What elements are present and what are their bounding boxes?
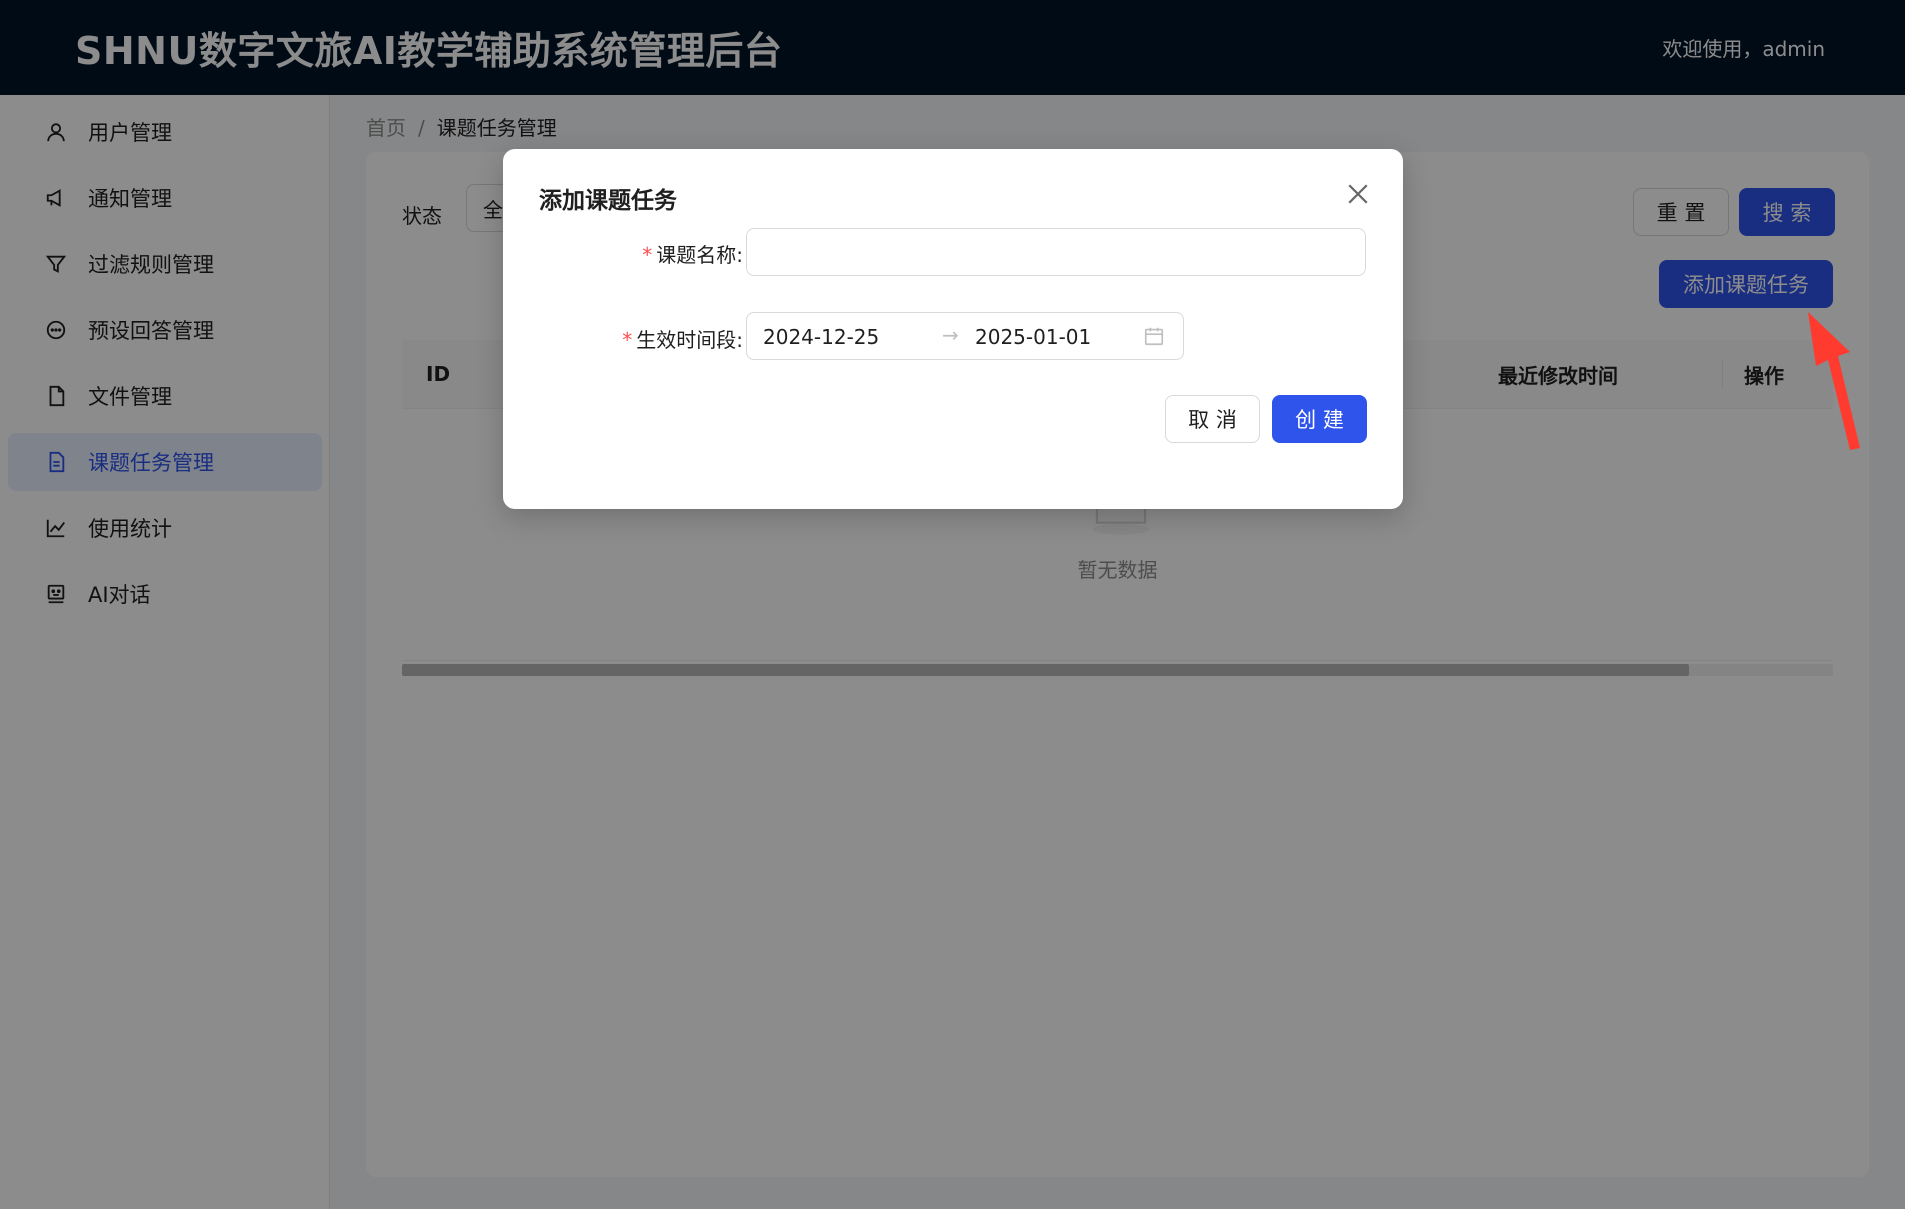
topic-name-label-text: 课题名称: xyxy=(656,243,743,267)
effective-period-label: * 生效时间段: xyxy=(622,324,743,353)
start-date-input[interactable]: 2024-12-25 xyxy=(763,325,879,349)
create-button[interactable]: 创 建 xyxy=(1272,395,1367,443)
range-separator-arrow: → xyxy=(942,323,959,347)
end-date-input[interactable]: 2025-01-01 xyxy=(975,325,1091,349)
annotation-arrow-icon xyxy=(1808,312,1860,450)
date-range-picker[interactable]: 2024-12-25 → 2025-01-01 xyxy=(746,312,1184,360)
topic-name-input[interactable] xyxy=(746,228,1366,276)
add-topic-task-modal: 添加课题任务 * 课题名称: * 生效时间段: 2024-12-25 → 2025-… xyxy=(503,149,1403,509)
calendar-icon[interactable] xyxy=(1143,325,1165,347)
cancel-button[interactable]: 取 消 xyxy=(1165,395,1260,443)
required-asterisk: * xyxy=(622,328,633,352)
required-asterisk: * xyxy=(642,243,653,267)
close-icon[interactable] xyxy=(1343,179,1373,209)
effective-period-label-text: 生效时间段: xyxy=(636,328,743,352)
modal-title: 添加课题任务 xyxy=(539,188,677,214)
topic-name-label: * 课题名称: xyxy=(642,239,743,268)
